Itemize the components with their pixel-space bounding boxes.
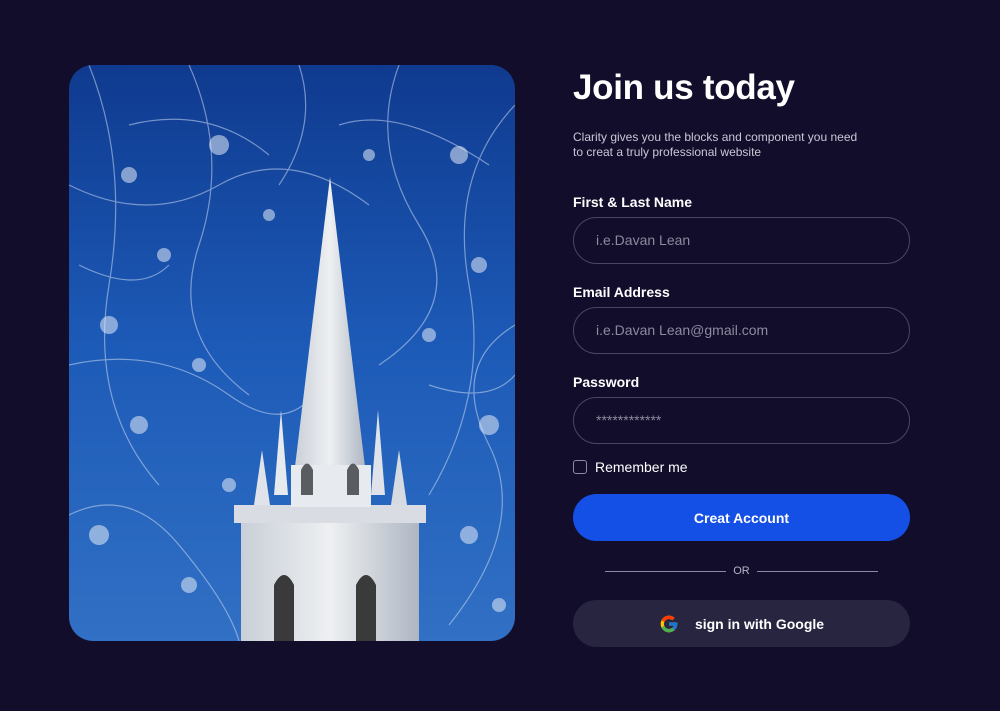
google-signin-button[interactable]: sign in with Google: [573, 600, 910, 647]
or-divider: OR: [573, 562, 910, 580]
divider-line-right: [756, 570, 878, 572]
google-icon: [660, 615, 678, 632]
name-label: First & Last Name: [573, 194, 693, 210]
email-input[interactable]: i.e.Davan Lean@gmail.com: [573, 307, 910, 354]
password-input[interactable]: ************: [573, 397, 910, 444]
remember-me-row: Remember me: [573, 457, 910, 477]
hero-image: [69, 65, 515, 641]
google-signin-label: sign in with Google: [694, 615, 825, 632]
password-label: Password: [573, 374, 640, 390]
create-account-button[interactable]: Creat Account: [573, 494, 910, 541]
email-label: Email Address: [573, 284, 670, 300]
divider-text: OR: [733, 565, 750, 577]
signup-form: Join us today Clarity gives you the bloc…: [573, 66, 910, 647]
name-input[interactable]: i.e.Davan Lean: [573, 217, 910, 264]
remember-me-label: Remember me: [595, 459, 688, 475]
remember-me-checkbox[interactable]: [573, 460, 587, 474]
church-spire-photo: [69, 65, 515, 641]
subtitle: Clarity gives you the blocks and compone…: [573, 130, 858, 159]
divider-line-left: [605, 570, 727, 572]
page-title: Join us today: [573, 68, 795, 107]
